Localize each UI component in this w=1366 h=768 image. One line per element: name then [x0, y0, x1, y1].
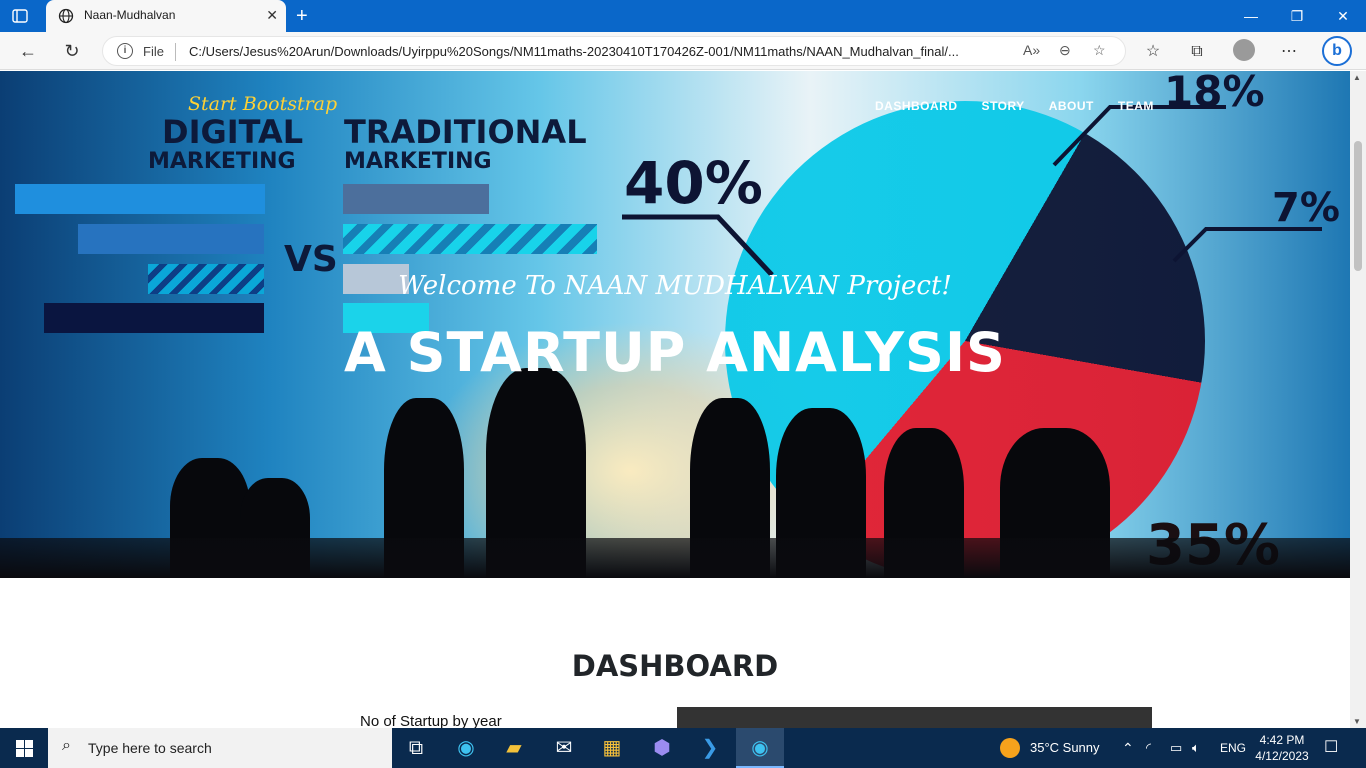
notifications-icon[interactable]: ☐: [1324, 728, 1338, 768]
info-icon[interactable]: i: [117, 43, 133, 59]
page-viewport: DIGITAL MARKETING TRADITIONAL MARKETING …: [0, 71, 1350, 728]
favorite-add-icon[interactable]: ☆: [1093, 42, 1106, 59]
tray-expand-icon[interactable]: ⌃: [1122, 728, 1134, 768]
more-menu-icon[interactable]: ⋯: [1278, 41, 1300, 63]
hero-subheading: Welcome To NAAN MUDHALVAN Project!: [398, 271, 952, 301]
infographic-traditional: TRADITIONAL: [344, 113, 587, 151]
collections-icon[interactable]: ⧉: [1186, 41, 1208, 63]
meeting-table: [0, 538, 1350, 578]
search-icon: ⌕: [62, 737, 71, 754]
infographic-bar: [343, 184, 489, 214]
windows-taskbar: ⌕ Type here to search ⧉ ◉ ▰ ✉ ▦ ⬢ ❯ ◉ 35…: [0, 728, 1366, 768]
globe-icon: [58, 8, 74, 29]
browser-tab[interactable]: Naan-Mudhalvan ✕: [46, 0, 286, 32]
url-scheme: File: [143, 44, 164, 59]
tab-title: Naan-Mudhalvan: [84, 8, 176, 22]
vscode-icon[interactable]: ❯: [686, 728, 734, 768]
clock-time: 4:42 PM: [1259, 733, 1305, 747]
zoom-icon[interactable]: ⊖: [1059, 42, 1071, 59]
tab-close-icon[interactable]: ✕: [266, 7, 278, 24]
battery-icon[interactable]: ▭: [1170, 728, 1182, 768]
callout-line: [1172, 227, 1322, 263]
infographic-percent-40: 40%: [624, 149, 763, 217]
nav-dashboard[interactable]: DASHBOARD: [875, 99, 958, 113]
bing-icon[interactable]: b: [1322, 36, 1352, 66]
infographic-bar: [78, 224, 264, 254]
browser-titlebar: Naan-Mudhalvan ✕ + — ❐ ✕: [0, 0, 1366, 32]
infographic-marketing-right: MARKETING: [344, 149, 492, 174]
scroll-down-icon[interactable]: ▼: [1353, 717, 1361, 726]
url-field[interactable]: i File C:/Users/Jesus%20Arun/Downloads/U…: [102, 36, 1126, 66]
refresh-icon[interactable]: ↻: [60, 40, 84, 64]
infographic-bar: [343, 224, 597, 254]
edge-active-icon[interactable]: ◉: [736, 728, 784, 768]
task-view-icon[interactable]: ⧉: [392, 728, 440, 768]
store-icon[interactable]: ▦: [588, 728, 636, 768]
window-close-icon[interactable]: ✕: [1320, 0, 1366, 32]
scroll-up-icon[interactable]: ▲: [1353, 73, 1361, 82]
tab-actions-icon[interactable]: [12, 6, 36, 26]
hero-heading: A STARTUP ANALYSIS: [344, 321, 1006, 384]
scroll-thumb[interactable]: [1354, 141, 1362, 271]
dashboard-title: DASHBOARD: [571, 649, 779, 683]
weather-text[interactable]: 35°C Sunny: [1030, 728, 1100, 768]
language-indicator[interactable]: ENG: [1220, 728, 1246, 768]
profile-avatar[interactable]: [1233, 39, 1255, 61]
minimize-icon[interactable]: —: [1228, 0, 1274, 32]
infographic-bar: [15, 184, 265, 214]
restore-icon[interactable]: ❐: [1274, 0, 1320, 32]
nav-about[interactable]: ABOUT: [1049, 99, 1094, 113]
infographic-marketing-left: MARKETING: [148, 149, 296, 174]
network-icon[interactable]: ◜: [1146, 728, 1151, 768]
url-divider: [175, 43, 176, 61]
file-explorer-icon[interactable]: ▰: [490, 728, 538, 768]
site-nav: DASHBOARD STORY ABOUT TEAM: [875, 99, 1154, 113]
volume-icon[interactable]: 🔈︎: [1192, 728, 1200, 768]
page-scrollbar[interactable]: ▲ ▼: [1350, 71, 1366, 728]
clock[interactable]: 4:42 PM 4/12/2023: [1252, 732, 1312, 764]
hero-section: DIGITAL MARKETING TRADITIONAL MARKETING …: [0, 71, 1350, 578]
back-icon[interactable]: ←: [16, 40, 40, 64]
edge-icon[interactable]: ◉: [442, 728, 490, 768]
windows-start-icon[interactable]: [0, 728, 48, 768]
taskbar-search-placeholder: Type here to search: [88, 740, 212, 756]
dashboard-embed-panel[interactable]: [677, 707, 1152, 728]
mail-icon[interactable]: ✉: [540, 728, 588, 768]
clock-date: 4/12/2023: [1255, 749, 1309, 763]
new-tab-icon[interactable]: +: [296, 5, 308, 28]
site-brand[interactable]: Start Bootstrap: [188, 93, 337, 115]
chart-label: No of Startup by year: [360, 713, 502, 728]
app-icon[interactable]: ⬢: [638, 728, 686, 768]
read-aloud-icon[interactable]: A»: [1023, 42, 1040, 58]
weather-sun-icon[interactable]: [1000, 738, 1020, 758]
nav-team[interactable]: TEAM: [1118, 99, 1154, 113]
favorites-icon[interactable]: ☆: [1142, 41, 1164, 63]
url-text[interactable]: C:/Users/Jesus%20Arun/Downloads/Uyirppu%…: [189, 44, 1019, 59]
nav-story[interactable]: STORY: [982, 99, 1025, 113]
address-bar: ← ↻ i File C:/Users/Jesus%20Arun/Downloa…: [0, 32, 1366, 70]
infographic-digital: DIGITAL: [162, 113, 304, 151]
taskbar-search[interactable]: ⌕ Type here to search: [48, 728, 392, 768]
